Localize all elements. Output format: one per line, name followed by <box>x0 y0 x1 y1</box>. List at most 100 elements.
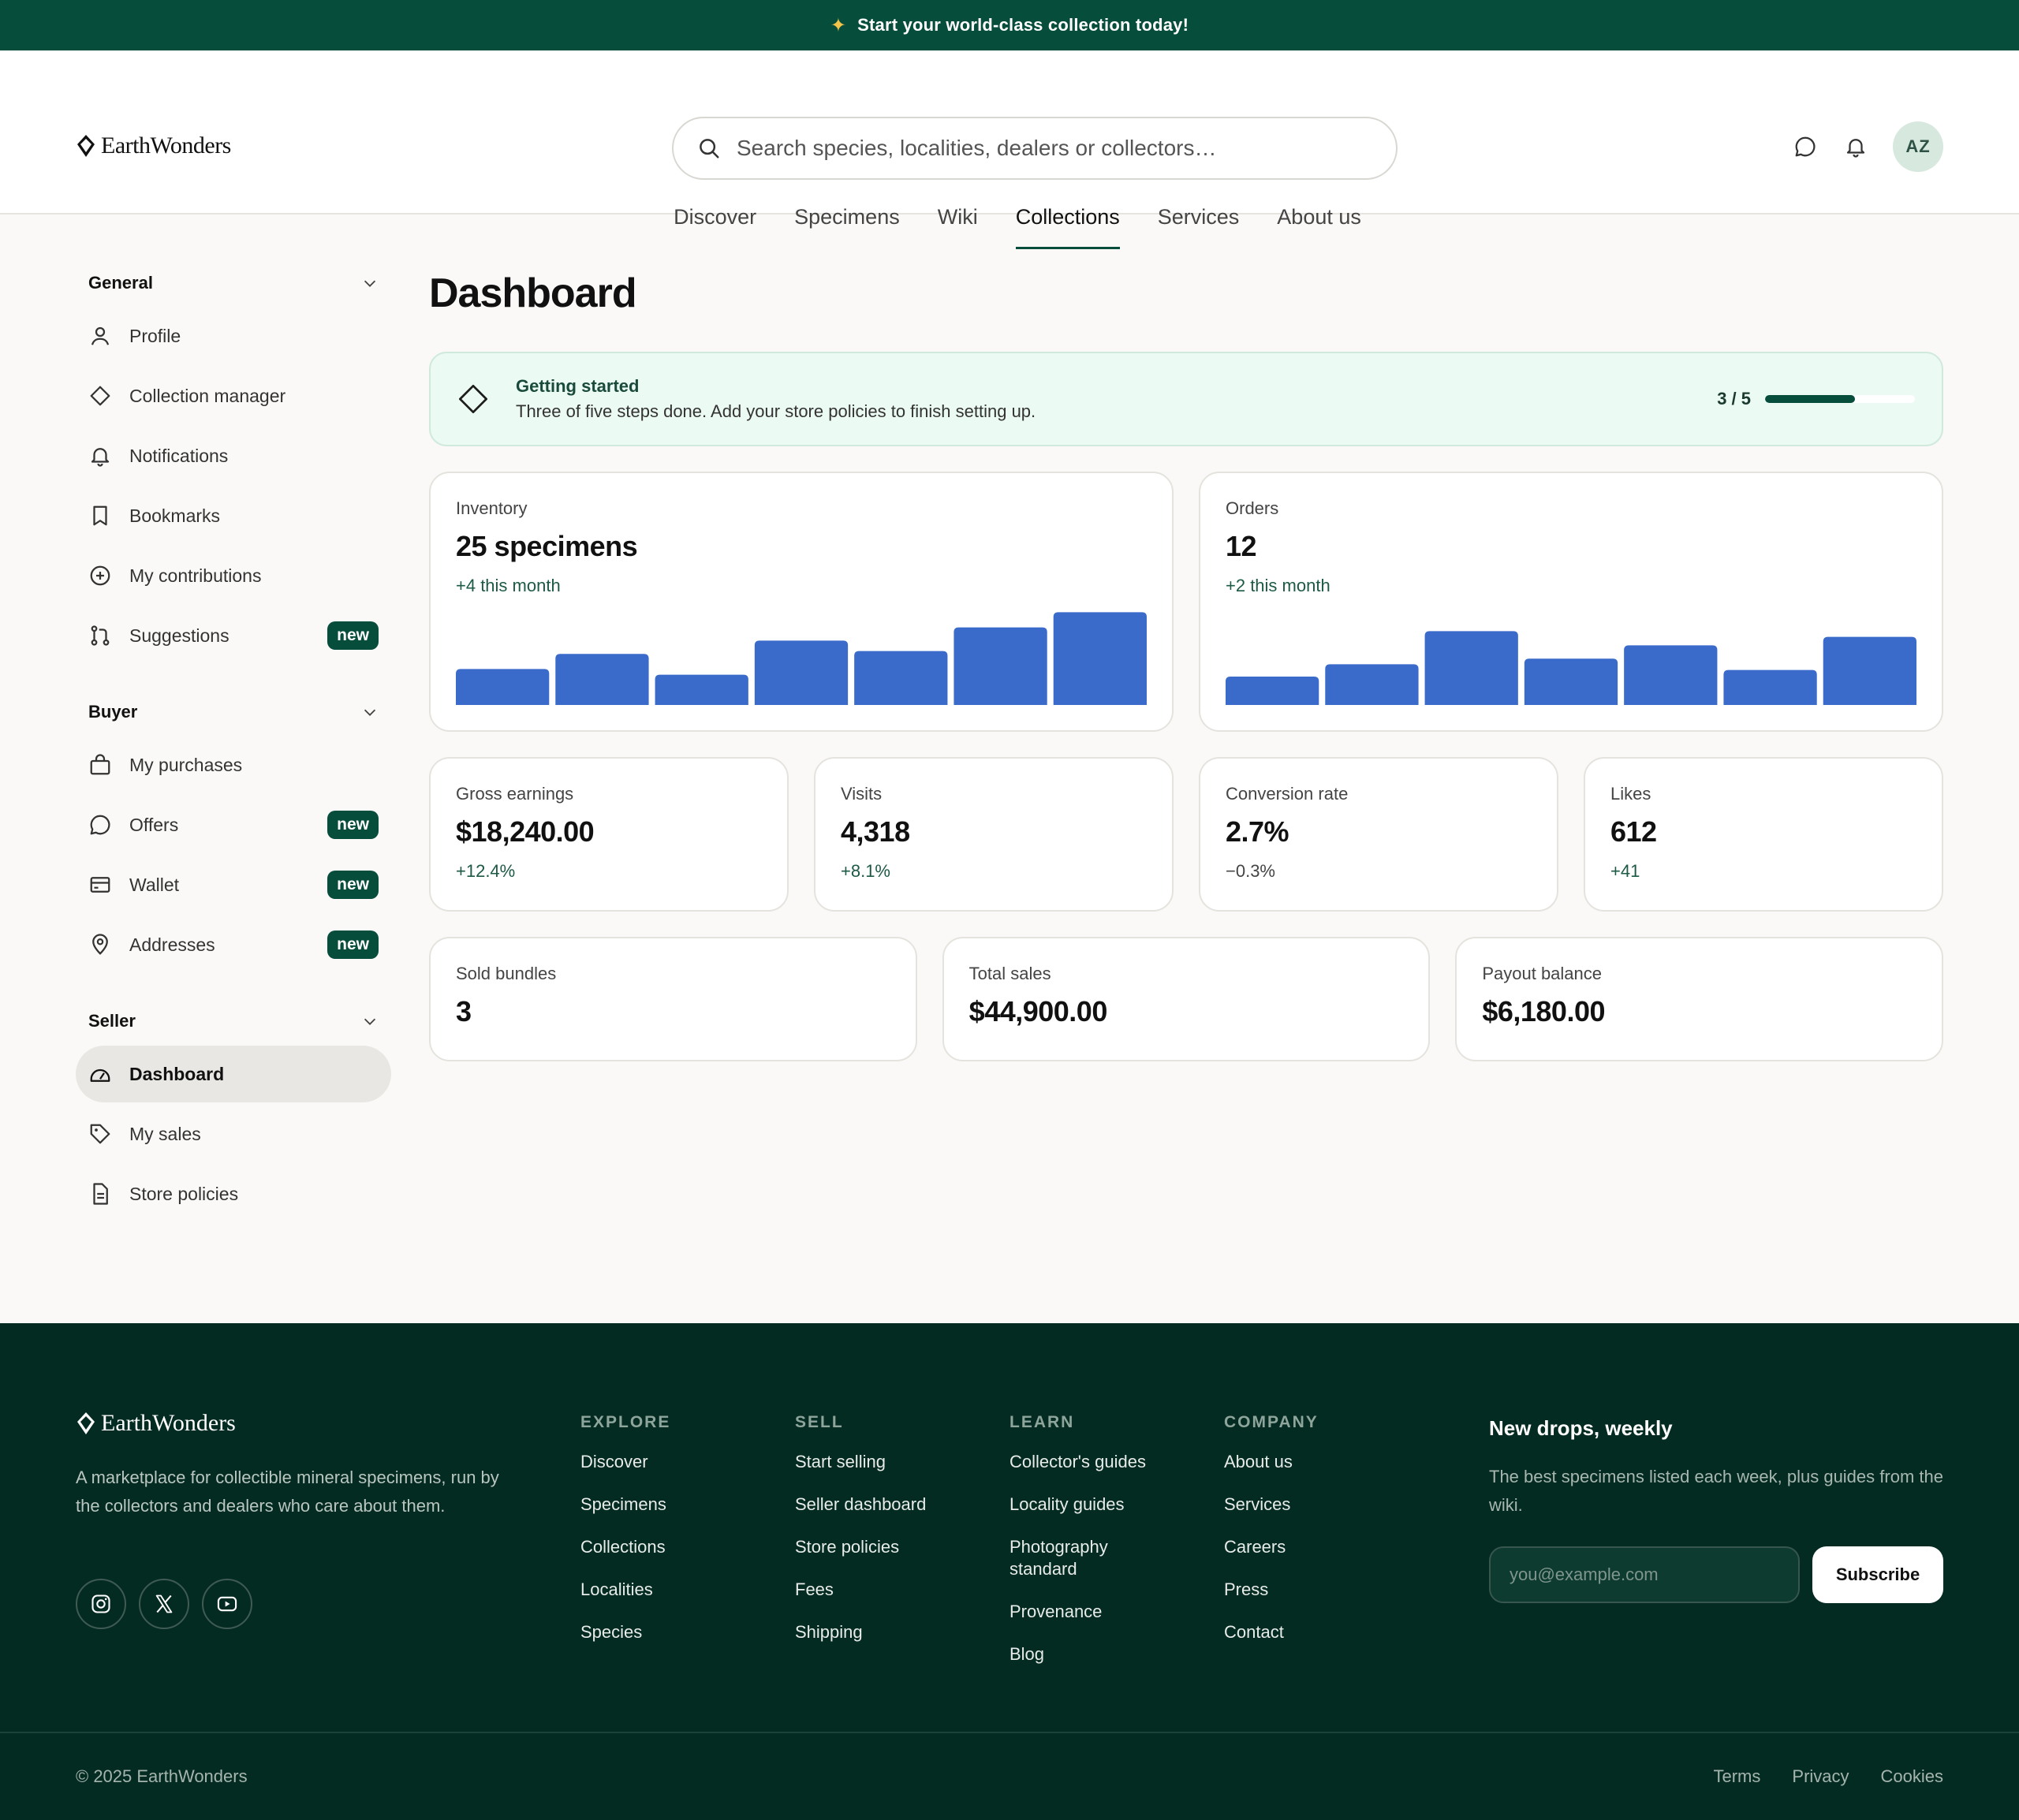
sidebar-item-my-sales[interactable]: My sales <box>76 1106 391 1162</box>
instagram-icon <box>91 1594 110 1613</box>
sidebar-item-notifications[interactable]: Notifications <box>76 427 391 484</box>
footer-link[interactable]: Locality guides <box>1010 1494 1151 1516</box>
youtube-button[interactable] <box>202 1579 252 1629</box>
sidebar-item-profile[interactable]: Profile <box>76 308 391 364</box>
footer-column-learn: LEARN Collector's guides Locality guides Ph… <box>1010 1413 1151 1686</box>
diamond-icon <box>459 385 487 413</box>
instagram-button[interactable] <box>76 1579 126 1629</box>
footer-link[interactable]: Photography standard <box>1010 1536 1151 1580</box>
card-label: Total sales <box>968 964 1051 983</box>
getting-started-title: Getting started <box>516 376 640 396</box>
footer-link[interactable]: Store policies <box>795 1536 926 1558</box>
orders-bar-chart <box>1226 610 1916 705</box>
messages-button[interactable] <box>1792 133 1819 160</box>
sidebar-item-wallet[interactable]: Wallet new <box>76 856 391 913</box>
x-button[interactable] <box>139 1579 189 1629</box>
footer-link[interactable]: Provenance <box>1010 1601 1151 1623</box>
sidebar-item-my-purchases[interactable]: My purchases <box>76 737 391 793</box>
sidebar-item-bookmarks[interactable]: Bookmarks <box>76 487 391 544</box>
inventory-card[interactable]: Inventory 25 specimens +4 this month <box>429 472 1174 732</box>
sidebar-item-label: My sales <box>129 1123 201 1144</box>
chart-bar <box>1723 669 1817 705</box>
sidebar-group-seller[interactable]: Seller <box>76 1008 391 1035</box>
total-card-sold-bundles[interactable]: Sold bundles 3 <box>429 937 917 1061</box>
footer-link[interactable]: Services <box>1224 1494 1319 1516</box>
footer-link[interactable]: Press <box>1224 1579 1319 1601</box>
chart-bar <box>1226 677 1319 705</box>
sidebar-group-buyer[interactable]: Buyer <box>76 699 391 725</box>
stat-card-visits[interactable]: Visits 4,318 +8.1% <box>814 757 1174 912</box>
stat-card-gross-earnings[interactable]: Gross earnings $18,240.00 +12.4% <box>429 757 789 912</box>
user-icon <box>91 326 110 345</box>
card-label: Likes <box>1610 784 1651 804</box>
sidebar-item-suggestions[interactable]: Suggestions new <box>76 607 391 664</box>
sidebar-item-label: Dashboard <box>129 1063 225 1084</box>
footer-link[interactable]: Careers <box>1224 1536 1319 1558</box>
sidebar-item-label: Wallet <box>129 874 180 895</box>
subscribe-button[interactable]: Subscribe <box>1812 1546 1943 1603</box>
footer-legal-link-terms[interactable]: Terms <box>1714 1766 1761 1787</box>
site-footer: EarthWonders A marketplace for collectib… <box>0 1323 2019 1820</box>
card-value: 4,318 <box>841 815 910 848</box>
sidebar-item-offers[interactable]: Offers new <box>76 796 391 853</box>
search-bar[interactable] <box>672 117 1398 180</box>
footer-description: A marketplace for collectible mineral sp… <box>76 1468 499 1516</box>
bag-icon <box>90 754 110 775</box>
footer-link[interactable]: Collections <box>580 1536 670 1558</box>
card-label: Orders <box>1226 498 1279 518</box>
card-label: Conversion rate <box>1226 784 1349 804</box>
footer-link[interactable]: Start selling <box>795 1451 926 1473</box>
getting-started-banner[interactable]: Getting started Three of five steps done… <box>429 352 1943 446</box>
orders-card[interactable]: Orders 12 +2 this month <box>1199 472 1943 732</box>
stat-card-likes[interactable]: Likes 612 +41 <box>1584 757 1943 912</box>
sidebar-item-label: Collection manager <box>129 385 286 406</box>
notifications-button[interactable] <box>1842 133 1869 160</box>
footer-link[interactable]: Localities <box>580 1579 670 1601</box>
brand-logo[interactable]: EarthWonders <box>76 132 231 159</box>
progress-bar-fill <box>1765 395 1855 403</box>
footer-link[interactable]: Blog <box>1010 1643 1151 1665</box>
wallet-icon <box>90 877 110 893</box>
sidebar-item-my-contributions[interactable]: My contributions <box>76 547 391 604</box>
chart-bar <box>754 640 849 705</box>
footer-link[interactable]: Seller dashboard <box>795 1494 926 1516</box>
sidebar-item-store-policies[interactable]: Store policies <box>76 1165 391 1222</box>
new-badge: new <box>327 621 379 650</box>
sidebar-item-label: My purchases <box>129 754 243 775</box>
search-input[interactable] <box>737 136 1372 161</box>
sidebar: General Profile Collection manager Notif… <box>76 270 391 1225</box>
chart-bar <box>1424 631 1518 705</box>
footer-legal-link-privacy[interactable]: Privacy <box>1792 1766 1849 1787</box>
chart-bar <box>456 669 550 705</box>
promo-banner: ✦ Start your world-class collection toda… <box>0 0 2019 50</box>
chevron-down-icon <box>364 1018 376 1025</box>
total-card-payout-balance[interactable]: Payout balance $6,180.00 <box>1455 937 1944 1061</box>
footer-link[interactable]: Specimens <box>580 1494 670 1516</box>
footer-legal-link-cookies[interactable]: Cookies <box>1881 1766 1943 1787</box>
footer-link[interactable]: Collector's guides <box>1010 1451 1151 1473</box>
total-card-total-sales[interactable]: Total sales $44,900.00 <box>942 937 1431 1061</box>
sidebar-item-dashboard[interactable]: Dashboard <box>76 1046 391 1102</box>
sidebar-item-addresses[interactable]: Addresses new <box>76 916 391 973</box>
footer-link[interactable]: Discover <box>580 1451 670 1473</box>
dashboard-main: Dashboard Getting started Three of five … <box>429 270 1944 1061</box>
footer-brand-logo[interactable]: EarthWonders <box>76 1410 236 1437</box>
sidebar-item-collection-manager[interactable]: Collection manager <box>76 367 391 424</box>
youtube-icon <box>217 1596 237 1612</box>
sidebar-item-label: Notifications <box>129 445 229 466</box>
bell-icon <box>1846 139 1865 158</box>
progress-bar <box>1765 395 1915 403</box>
gem-logo-icon <box>77 1412 95 1434</box>
user-avatar[interactable]: AZ <box>1893 121 1943 172</box>
newsletter-email-input[interactable] <box>1489 1546 1800 1603</box>
chart-bar <box>1053 612 1147 705</box>
stat-card-conversion-rate[interactable]: Conversion rate 2.7% −0.3% <box>1199 757 1558 912</box>
footer-link[interactable]: Fees <box>795 1579 926 1601</box>
sidebar-group-general[interactable]: General <box>76 270 391 296</box>
footer-link[interactable]: About us <box>1224 1451 1319 1473</box>
footer-link[interactable]: Species <box>580 1621 670 1643</box>
footer-link[interactable]: Shipping <box>795 1621 926 1643</box>
sidebar-item-label: Offers <box>129 814 179 835</box>
footer-column-title: SELL <box>795 1413 844 1431</box>
footer-link[interactable]: Contact <box>1224 1621 1319 1643</box>
